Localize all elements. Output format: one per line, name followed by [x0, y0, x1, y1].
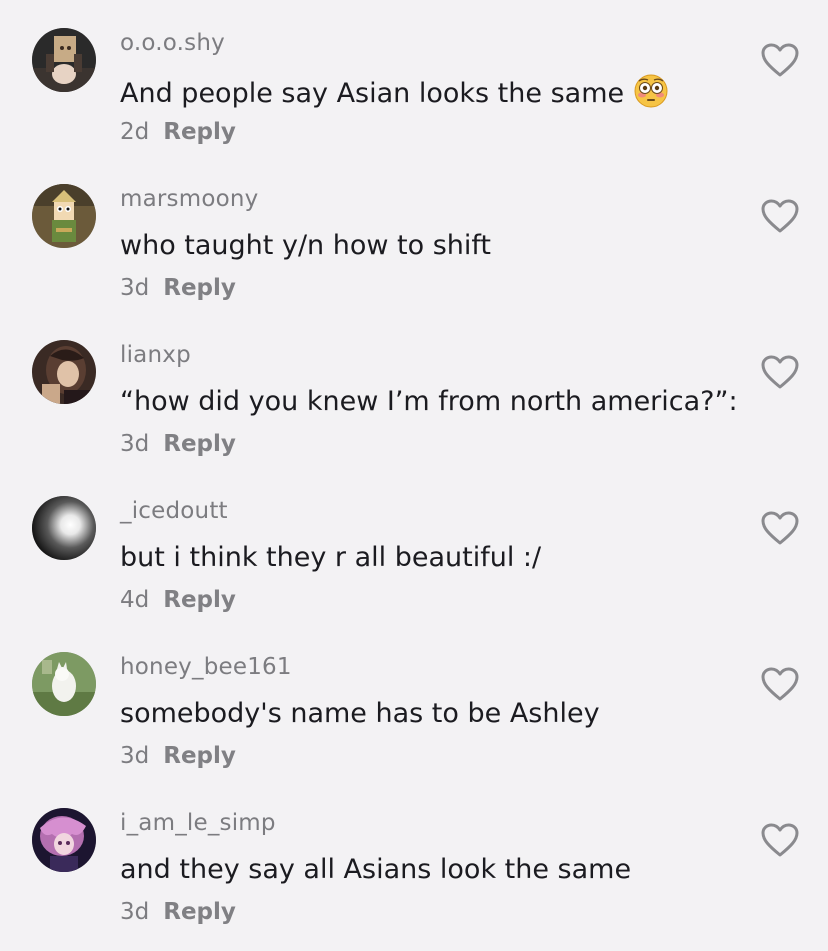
avatar[interactable] [32, 184, 96, 248]
comment-text: “how did you knew I’m from north america… [120, 386, 738, 417]
comment-username[interactable]: lianxp [120, 342, 191, 368]
comment-text: who taught y/n how to shift [120, 230, 492, 261]
reply-button[interactable]: Reply [163, 431, 236, 457]
comment-item: honey_bee161 somebody's name has to be A… [0, 624, 828, 780]
avatar[interactable] [32, 652, 96, 716]
heart-outline-icon[interactable] [760, 822, 800, 858]
avatar[interactable] [32, 340, 96, 404]
comment-meta: 2d Reply [120, 119, 236, 145]
reply-button[interactable]: Reply [163, 119, 236, 145]
comment-username[interactable]: _icedoutt [120, 498, 228, 524]
comment-text: And people say Asian looks the same [120, 74, 668, 109]
comment-item: o.o.o.shy And people say Asian looks the… [0, 0, 828, 156]
comment-username[interactable]: honey_bee161 [120, 654, 292, 680]
comment-item: i_am_le_simp and they say all Asians loo… [0, 780, 828, 936]
comment-meta: 3d Reply [120, 431, 236, 457]
flushed-face-emoji-icon [634, 74, 668, 108]
avatar[interactable] [32, 28, 96, 92]
reply-button[interactable]: Reply [163, 587, 236, 613]
avatar[interactable] [32, 808, 96, 872]
avatar[interactable] [32, 496, 96, 560]
comment-username[interactable]: marsmoony [120, 186, 258, 212]
heart-outline-icon[interactable] [760, 42, 800, 78]
reply-button[interactable]: Reply [163, 743, 236, 769]
heart-outline-icon[interactable] [760, 354, 800, 390]
comment-timestamp: 3d [120, 431, 150, 457]
comment-timestamp: 3d [120, 743, 150, 769]
comment-timestamp: 4d [120, 587, 150, 613]
comment-meta: 3d Reply [120, 743, 236, 769]
reply-button[interactable]: Reply [163, 275, 236, 301]
reply-button[interactable]: Reply [163, 899, 236, 925]
comment-text: and they say all Asians look the same [120, 854, 632, 885]
comment-text-content: And people say Asian looks the same [120, 78, 625, 109]
comment-meta: 3d Reply [120, 899, 236, 925]
comment-text: but i think they r all beautiful :/ [120, 542, 542, 573]
comment-item: lianxp “how did you knew I’m from north … [0, 312, 828, 468]
comment-timestamp: 3d [120, 899, 150, 925]
comment-timestamp: 2d [120, 119, 150, 145]
heart-outline-icon[interactable] [760, 198, 800, 234]
comment-timestamp: 3d [120, 275, 150, 301]
comment-item: _icedoutt but i think they r all beautif… [0, 468, 828, 624]
comment-username[interactable]: o.o.o.shy [120, 30, 225, 56]
heart-outline-icon[interactable] [760, 510, 800, 546]
comment-meta: 4d Reply [120, 587, 236, 613]
comment-username[interactable]: i_am_le_simp [120, 810, 276, 836]
comment-text: somebody's name has to be Ashley [120, 698, 600, 729]
comment-item: marsmoony who taught y/n how to shift 3d… [0, 156, 828, 312]
heart-outline-icon[interactable] [760, 666, 800, 702]
comment-meta: 3d Reply [120, 275, 236, 301]
